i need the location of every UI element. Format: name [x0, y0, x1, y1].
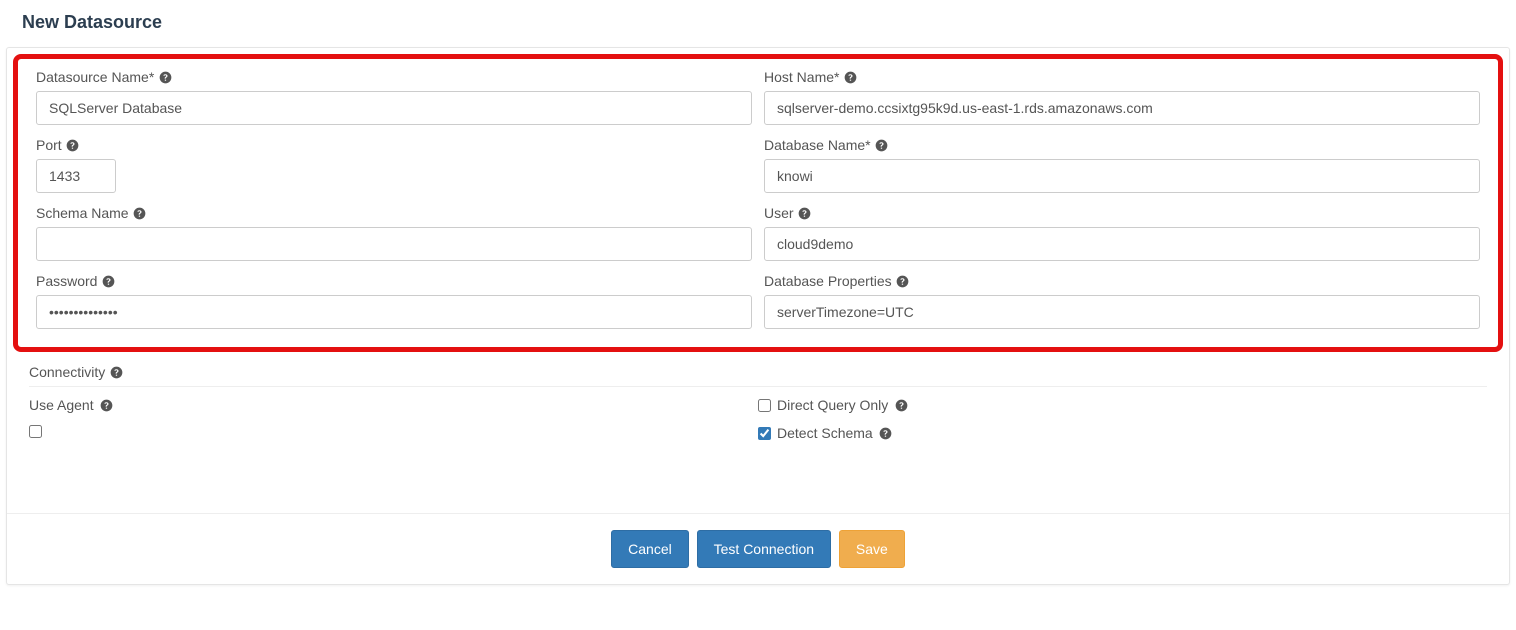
database-properties-label-text: Database Properties — [764, 273, 892, 289]
direct-query-row: Direct Query Only — [758, 397, 1487, 413]
datasource-name-label: Datasource Name* — [36, 69, 752, 85]
datasource-form-card: Datasource Name* Host Name* — [6, 47, 1510, 585]
direct-query-label: Direct Query Only — [777, 397, 888, 413]
help-icon[interactable] — [66, 138, 80, 152]
help-icon[interactable] — [843, 70, 857, 84]
field-datasource-name: Datasource Name* — [36, 69, 752, 125]
datasource-name-input[interactable] — [36, 91, 752, 125]
database-name-label-text: Database Name* — [764, 137, 871, 153]
password-input[interactable] — [36, 295, 752, 329]
port-label-text: Port — [36, 137, 62, 153]
field-port: Port — [36, 137, 752, 193]
highlighted-region: Datasource Name* Host Name* — [13, 54, 1503, 352]
help-icon[interactable] — [875, 138, 889, 152]
save-button[interactable]: Save — [839, 530, 905, 568]
schema-name-label: Schema Name — [36, 205, 752, 221]
user-label-text: User — [764, 205, 794, 221]
database-properties-label: Database Properties — [764, 273, 1480, 289]
field-host-name: Host Name* — [764, 69, 1480, 125]
field-user: User — [764, 205, 1480, 261]
user-label: User — [764, 205, 1480, 221]
help-icon[interactable] — [101, 274, 115, 288]
host-name-label: Host Name* — [764, 69, 1480, 85]
host-name-label-text: Host Name* — [764, 69, 839, 85]
port-input[interactable] — [36, 159, 116, 193]
cancel-button[interactable]: Cancel — [611, 530, 689, 568]
field-schema-name: Schema Name — [36, 205, 752, 261]
use-agent-checkbox[interactable] — [29, 425, 42, 438]
field-database-name: Database Name* — [764, 137, 1480, 193]
help-icon[interactable] — [100, 398, 114, 412]
database-properties-input[interactable] — [764, 295, 1480, 329]
help-icon[interactable] — [894, 398, 908, 412]
schema-name-input[interactable] — [36, 227, 752, 261]
field-password: Password — [36, 273, 752, 329]
test-connection-button[interactable]: Test Connection — [697, 530, 831, 568]
help-icon[interactable] — [798, 206, 812, 220]
database-name-input[interactable] — [764, 159, 1480, 193]
detect-schema-checkbox[interactable] — [758, 427, 771, 440]
schema-name-label-text: Schema Name — [36, 205, 129, 221]
port-label: Port — [36, 137, 752, 153]
divider — [29, 386, 1487, 387]
user-input[interactable] — [764, 227, 1480, 261]
field-database-properties: Database Properties — [764, 273, 1480, 329]
help-icon[interactable] — [133, 206, 147, 220]
detect-schema-label: Detect Schema — [777, 425, 873, 441]
password-label-text: Password — [36, 273, 97, 289]
direct-query-checkbox[interactable] — [758, 399, 771, 412]
database-name-label: Database Name* — [764, 137, 1480, 153]
use-agent-row: Use Agent — [29, 397, 758, 413]
help-icon[interactable] — [109, 365, 123, 379]
page-title: New Datasource — [0, 8, 1516, 47]
help-icon[interactable] — [879, 426, 893, 440]
detect-schema-row: Detect Schema — [758, 425, 1487, 441]
datasource-name-label-text: Datasource Name* — [36, 69, 154, 85]
help-icon[interactable] — [896, 274, 910, 288]
connectivity-label: Connectivity — [29, 364, 1487, 380]
host-name-input[interactable] — [764, 91, 1480, 125]
connectivity-label-text: Connectivity — [29, 364, 105, 380]
help-icon[interactable] — [158, 70, 172, 84]
footer-actions: Cancel Test Connection Save — [7, 513, 1509, 584]
password-label: Password — [36, 273, 752, 289]
use-agent-label: Use Agent — [29, 397, 94, 413]
